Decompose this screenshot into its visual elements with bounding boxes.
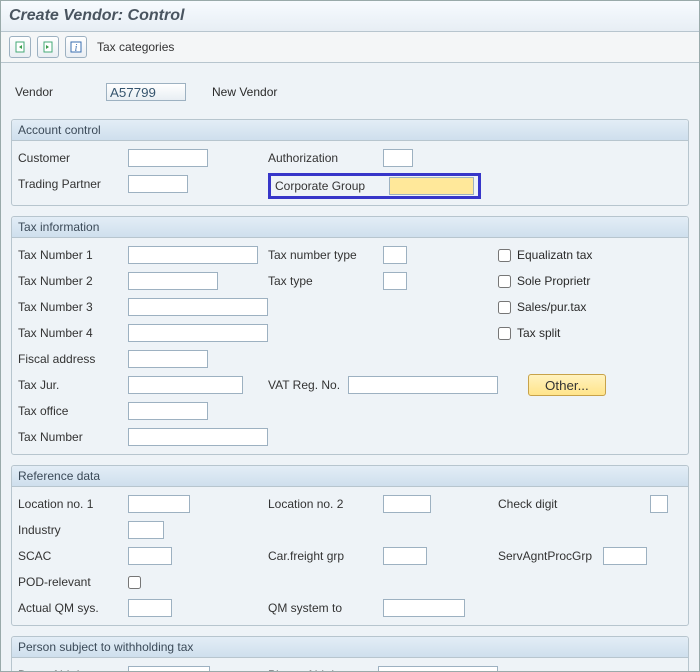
tax-number4-field[interactable] [128,324,268,342]
car-freight-field[interactable] [383,547,427,565]
actual-qm-field[interactable] [128,599,172,617]
tax-number2-label: Tax Number 2 [18,274,128,288]
tax-number-label: Tax Number [18,430,128,444]
vendor-status: New Vendor [212,85,277,99]
vat-reg-label: VAT Reg. No. [268,378,348,392]
page-arrow-right-icon [42,41,54,53]
tax-number2-field[interactable] [128,272,218,290]
customer-field[interactable] [128,149,208,167]
tax-office-field[interactable] [128,402,208,420]
serv-agnt-label: ServAgntProcGrp [498,549,603,563]
tax-number3-label: Tax Number 3 [18,300,128,314]
group-title: Tax information [12,217,688,238]
title-bar: Create Vendor: Control [1,1,699,32]
fiscal-address-field[interactable] [128,350,208,368]
tax-split-label: Tax split [517,326,560,340]
authorization-label: Authorization [268,151,383,165]
tax-number-field[interactable] [128,428,268,446]
tax-number1-field[interactable] [128,246,258,264]
info-icon: i [70,41,82,53]
vendor-label: Vendor [15,85,80,99]
sole-proprietr-label: Sole Proprietr [517,274,590,288]
pod-relevant-checkbox[interactable] [128,576,141,589]
customer-label: Customer [18,151,128,165]
tax-number3-field[interactable] [128,298,268,316]
group-account-control: Account control Customer Trading Partner… [11,119,689,206]
corporate-group-label: Corporate Group [275,179,379,193]
equalizatn-tax-label: Equalizatn tax [517,248,592,262]
tax-number1-label: Tax Number 1 [18,248,128,262]
tax-jur-field[interactable] [128,376,243,394]
fiscal-address-label: Fiscal address [18,352,128,366]
qm-to-label: QM system to [268,601,383,615]
tax-jur-label: Tax Jur. [18,378,128,392]
scac-field[interactable] [128,547,172,565]
info-button[interactable]: i [65,36,87,58]
group-withholding-tax: Person subject to withholding tax Date o… [11,636,689,671]
authorization-field[interactable] [383,149,413,167]
actual-qm-label: Actual QM sys. [18,601,128,615]
group-title: Reference data [12,466,688,487]
corporate-group-highlight: Corporate Group [268,173,481,199]
vat-reg-field[interactable] [348,376,498,394]
tax-number4-label: Tax Number 4 [18,326,128,340]
dob-field[interactable] [128,666,210,671]
vendor-code-field [106,83,186,101]
group-title: Person subject to withholding tax [12,637,688,658]
pob-field[interactable] [378,666,498,671]
group-title: Account control [12,120,688,141]
serv-agnt-field[interactable] [603,547,647,565]
sales-pur-tax-checkbox[interactable] [498,301,511,314]
page-arrow-left-icon [14,41,26,53]
location1-label: Location no. 1 [18,497,128,511]
page-title: Create Vendor: Control [9,7,184,24]
tax-office-label: Tax office [18,404,128,418]
next-page-button[interactable] [37,36,59,58]
industry-field[interactable] [128,521,164,539]
other-button[interactable]: Other... [528,374,606,396]
trading-partner-field[interactable] [128,175,188,193]
qm-to-field[interactable] [383,599,465,617]
check-digit-label: Check digit [498,497,588,511]
tax-split-checkbox[interactable] [498,327,511,340]
sales-pur-tax-label: Sales/pur.tax [517,300,586,314]
equalizatn-tax-checkbox[interactable] [498,249,511,262]
sole-proprietr-checkbox[interactable] [498,275,511,288]
location2-label: Location no. 2 [268,497,383,511]
toolbar-label[interactable]: Tax categories [97,40,174,54]
tax-type-field[interactable] [383,272,407,290]
industry-label: Industry [18,523,128,537]
pod-relevant-label: POD-relevant [18,575,128,589]
trading-partner-label: Trading Partner [18,177,128,191]
scac-label: SCAC [18,549,128,563]
svg-text:i: i [75,43,78,53]
group-tax-information: Tax information Tax Number 1 Tax Number … [11,216,689,455]
corporate-group-field[interactable] [389,177,474,195]
prev-page-button[interactable] [9,36,31,58]
location2-field[interactable] [383,495,431,513]
dob-label: Date of birth [18,668,128,671]
car-freight-label: Car.freight grp [268,549,383,563]
group-reference-data: Reference data Location no. 1 Industry S… [11,465,689,626]
tax-number-type-label: Tax number type [268,248,383,262]
toolbar: i Tax categories [1,32,699,63]
check-digit-field[interactable] [650,495,668,513]
location1-field[interactable] [128,495,190,513]
vendor-bar: Vendor New Vendor [11,73,689,119]
pob-label: Place of birth [268,668,378,671]
tax-type-label: Tax type [268,274,383,288]
tax-number-type-field[interactable] [383,246,407,264]
